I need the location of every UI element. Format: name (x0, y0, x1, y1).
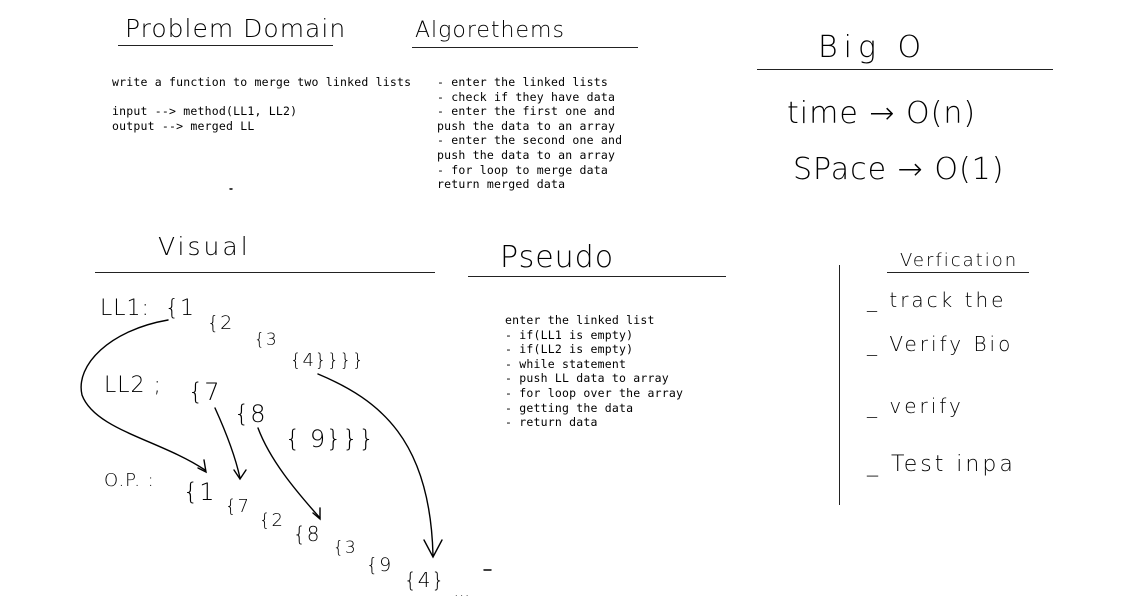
pseudo-text: enter the linked list - if(LL1 is empty)… (505, 313, 683, 430)
pseudo-line: - if(LL1 is empty) (505, 327, 634, 342)
verification-item: _ verify (867, 394, 964, 418)
verification-title: Verfication (900, 250, 1019, 271)
pseudo-line: - return data (505, 415, 598, 430)
verification-underline (887, 272, 1029, 273)
pseudo-line: - for loop over the array (505, 385, 684, 400)
pseudo-line: - if(LL2 is empty) (505, 342, 634, 357)
arrow-ll1-to-op (80, 319, 206, 471)
whiteboard: Problem Domain write a function to merge… (0, 0, 1129, 612)
arrow-ll2b-to-op (257, 427, 321, 519)
verification-item: _ Test inpa (867, 452, 1016, 477)
pseudo-line: enter the linked list (505, 313, 655, 327)
pseudo-line: - push LL data to array (505, 371, 669, 386)
pseudo-line: - getting the data (505, 400, 634, 415)
pseudo-line: - while statement (505, 356, 627, 371)
verification-divider (839, 265, 840, 505)
verification-item: _ Verify Bio (867, 332, 1014, 356)
arrow-ll2-to-op (214, 407, 241, 479)
verification-item: _ track the (867, 288, 1007, 312)
arrow-ll1b-to-op (317, 373, 434, 556)
pseudo-title: Pseudo (500, 240, 615, 275)
pseudo-underline (468, 276, 726, 277)
